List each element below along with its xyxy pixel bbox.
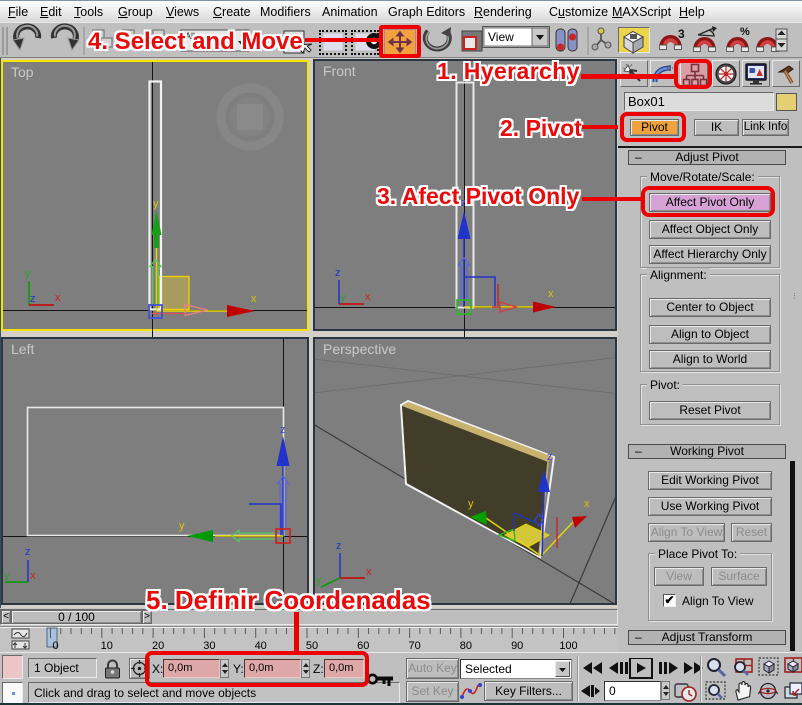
svg-text:z: z [461, 197, 467, 209]
svg-text:30: 30 [203, 640, 215, 652]
svg-text:y: y [179, 520, 185, 532]
svg-text:z: z [336, 540, 342, 552]
svg-text:80: 80 [460, 640, 472, 652]
svg-text:z: z [30, 293, 36, 305]
svg-text:y: y [4, 570, 10, 582]
svg-text:x: x [366, 566, 372, 578]
svg-text:%: % [740, 26, 750, 38]
svg-text:x: x [30, 570, 36, 582]
svg-text:y: y [25, 268, 31, 280]
svg-text:50: 50 [306, 640, 318, 652]
svg-text:100: 100 [559, 640, 577, 652]
svg-text:70: 70 [408, 640, 420, 652]
svg-text:z: z [25, 546, 31, 558]
svg-text:x: x [365, 291, 371, 303]
svg-text:z: z [335, 267, 341, 279]
svg-text:0: 0 [52, 640, 58, 652]
svg-text:z: z [280, 424, 286, 436]
svg-text:40: 40 [255, 640, 267, 652]
svg-text:x: x [584, 498, 590, 510]
svg-text:x: x [251, 293, 257, 305]
svg-text:y: y [153, 198, 159, 210]
svg-text:3: 3 [678, 27, 685, 41]
svg-text:y: y [340, 292, 346, 304]
svg-text:60: 60 [357, 640, 369, 652]
svg-text:x: x [548, 288, 554, 300]
svg-text:y: y [316, 574, 322, 586]
svg-text:10: 10 [101, 640, 113, 652]
svg-text:y: y [468, 498, 474, 510]
svg-text:x: x [55, 292, 61, 304]
svg-text:20: 20 [152, 640, 164, 652]
svg-text:90: 90 [511, 640, 523, 652]
svg-text:z: z [547, 451, 553, 463]
